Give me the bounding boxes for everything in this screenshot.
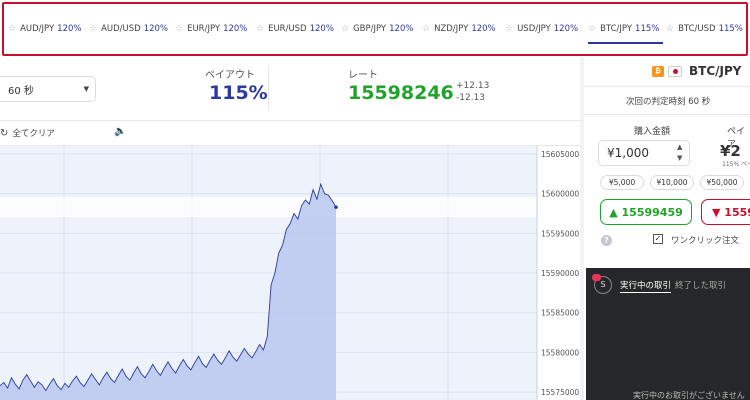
chevron-down-icon[interactable]: ▼ bbox=[677, 154, 682, 162]
high-button[interactable]: ▲ 15599459 bbox=[600, 199, 692, 225]
star-icon[interactable]: ☆ bbox=[422, 24, 430, 34]
star-icon[interactable]: ☆ bbox=[666, 24, 674, 34]
star-icon[interactable]: ☆ bbox=[505, 24, 513, 34]
star-icon[interactable]: ☆ bbox=[588, 24, 596, 34]
chevron-up-icon[interactable]: ▲ bbox=[677, 143, 682, 151]
star-icon[interactable]: ☆ bbox=[89, 24, 97, 34]
latest-price-point bbox=[334, 205, 338, 209]
y-tick-label: 15575000. bbox=[541, 388, 580, 397]
y-tick-label: 15580000. bbox=[541, 348, 580, 357]
payout-value: 115% bbox=[209, 82, 268, 104]
payout-amount: ¥2 bbox=[720, 142, 741, 160]
divider bbox=[584, 86, 750, 87]
star-icon[interactable]: ☆ bbox=[341, 24, 349, 34]
y-tick-label: 15605000. bbox=[541, 150, 580, 159]
trades-panel: S 実行中の取引 終了した取引 実行中のお取引がございません bbox=[586, 268, 750, 400]
pair-name: NZD/JPY bbox=[434, 24, 469, 34]
y-tick-label: 15600000. bbox=[541, 190, 580, 199]
amount-value: ¥1,000 bbox=[607, 146, 649, 160]
pair-tab-btc-usd[interactable]: ☆ BTC/USD 115% bbox=[666, 22, 743, 36]
refresh-icon: ↻ bbox=[0, 127, 9, 139]
pair-tab-aud-jpy[interactable]: ☆ AUD/JPY 120% bbox=[8, 22, 81, 36]
order-panel: ₿ BTC/JPY 次回の判定時刻 60 秒 購入金額 ペイア ¥1,000 ▲… bbox=[584, 58, 750, 400]
quick-amount-button[interactable]: ¥50,000 bbox=[700, 175, 744, 190]
pair-tab-eur-usd[interactable]: ☆ EUR/USD 120% bbox=[256, 22, 334, 36]
pair-payout: 120% bbox=[553, 24, 579, 34]
pair-payout: 120% bbox=[223, 24, 248, 34]
pair-tab-eur-jpy[interactable]: ☆ EUR/JPY 120% bbox=[175, 22, 247, 36]
pair-payout: 120% bbox=[389, 24, 414, 34]
y-tick-label: 15595000. bbox=[541, 229, 580, 238]
pair-name: AUD/JPY bbox=[20, 24, 55, 34]
pair-payout: 120% bbox=[471, 24, 496, 34]
pair-payout: 115% bbox=[635, 24, 660, 34]
btc-flag-icon: ₿ bbox=[652, 66, 664, 77]
next-judge-time: 次回の判定時刻 60 秒 bbox=[626, 97, 711, 107]
payout-rate-note: 115% ペイ bbox=[722, 161, 750, 168]
rate-value: 15598246 bbox=[348, 82, 454, 104]
oneclick-checkbox[interactable]: ✓ bbox=[653, 234, 663, 244]
chevron-down-icon: ▼ bbox=[83, 85, 89, 93]
tab-finished-trades[interactable]: 終了した取引 bbox=[675, 279, 726, 291]
pair-payout: 120% bbox=[309, 24, 334, 34]
empty-trades-message: 実行中のお取引がございません bbox=[633, 391, 745, 400]
trading-screen: ☆ AUD/JPY 120% ☆ AUD/USD 120% ☆ EUR/JPY 120% ☆ EUR… bbox=[0, 0, 750, 400]
symbol-title: BTC/JPY bbox=[689, 64, 742, 78]
pair-tab-usd-jpy[interactable]: ☆ USD/JPY 120% bbox=[505, 22, 578, 36]
rate-change-down: -12.13 bbox=[456, 93, 486, 103]
pair-tab-btc-jpy[interactable]: ☆ BTC/JPY 115% bbox=[588, 22, 664, 44]
rate-label: レート bbox=[348, 70, 378, 81]
help-icon[interactable]: ? bbox=[601, 235, 612, 246]
star-icon[interactable]: ☆ bbox=[256, 24, 264, 34]
tab-active-trades[interactable]: 実行中の取引 bbox=[620, 279, 672, 293]
price-chart-svg: 15605000. 15600000. 15595000. 15590000. 1558… bbox=[0, 146, 580, 400]
pair-name: BTC/JPY bbox=[600, 24, 633, 34]
star-icon[interactable]: ☆ bbox=[8, 24, 16, 34]
divider bbox=[268, 66, 269, 110]
pair-payout: 120% bbox=[143, 24, 168, 34]
duration-value: 60 秒 bbox=[8, 85, 34, 97]
quick-amount-button[interactable]: ¥10,000 bbox=[650, 175, 694, 190]
chart-panel: 60 秒 ▼ ペイアウト 115% レート 15598246 +12.13 -1… bbox=[0, 58, 580, 400]
pair-payout: 115% bbox=[718, 24, 743, 34]
amount-label: 購入金額 bbox=[634, 127, 671, 137]
pair-name: EUR/USD bbox=[268, 24, 307, 34]
clear-all-button[interactable]: ↻ 全てクリア bbox=[0, 127, 55, 140]
current-rate-band bbox=[0, 197, 537, 218]
currency-pair-bar: ☆ AUD/JPY 120% ☆ AUD/USD 120% ☆ EUR/JPY 120% ☆ EUR… bbox=[0, 0, 750, 58]
chart-toolbar: ↻ 全てクリア 🔈 bbox=[0, 120, 580, 146]
rate-change-up: +12.13 bbox=[456, 81, 490, 91]
speaker-icon[interactable]: 🔈 bbox=[114, 126, 126, 137]
pair-name: GBP/JPY bbox=[353, 24, 387, 34]
pair-name: AUD/USD bbox=[101, 24, 141, 34]
japan-flag-icon bbox=[668, 66, 682, 77]
pair-name: EUR/JPY bbox=[187, 24, 221, 34]
oneclick-label: ワンクリック注文 bbox=[671, 236, 740, 246]
pair-name: BTC/USD bbox=[678, 24, 716, 34]
pair-name: USD/JPY bbox=[517, 24, 551, 34]
pair-payout: 120% bbox=[57, 24, 82, 34]
clear-all-label: 全てクリア bbox=[12, 129, 55, 139]
quick-amount-button[interactable]: ¥5,000 bbox=[600, 175, 644, 190]
low-button[interactable]: ▼ 1559 bbox=[701, 199, 750, 225]
y-tick-label: 15585000. bbox=[541, 309, 580, 318]
pair-tab-gbp-jpy[interactable]: ☆ GBP/JPY 120% bbox=[341, 22, 413, 36]
pair-tab-nzd-jpy[interactable]: ☆ NZD/JPY 120% bbox=[422, 22, 496, 36]
y-tick-label: 15590000. bbox=[541, 269, 580, 278]
logo-icon: S bbox=[592, 274, 612, 294]
duration-select[interactable]: 60 秒 ▼ bbox=[0, 76, 96, 102]
price-chart: 15605000. 15600000. 15595000. 15590000. 1558… bbox=[0, 146, 580, 400]
pair-tab-aud-usd[interactable]: ☆ AUD/USD 120% bbox=[89, 22, 168, 36]
payout-label: ペイアウト bbox=[205, 70, 255, 81]
star-icon[interactable]: ☆ bbox=[175, 24, 183, 34]
divider bbox=[584, 114, 750, 115]
